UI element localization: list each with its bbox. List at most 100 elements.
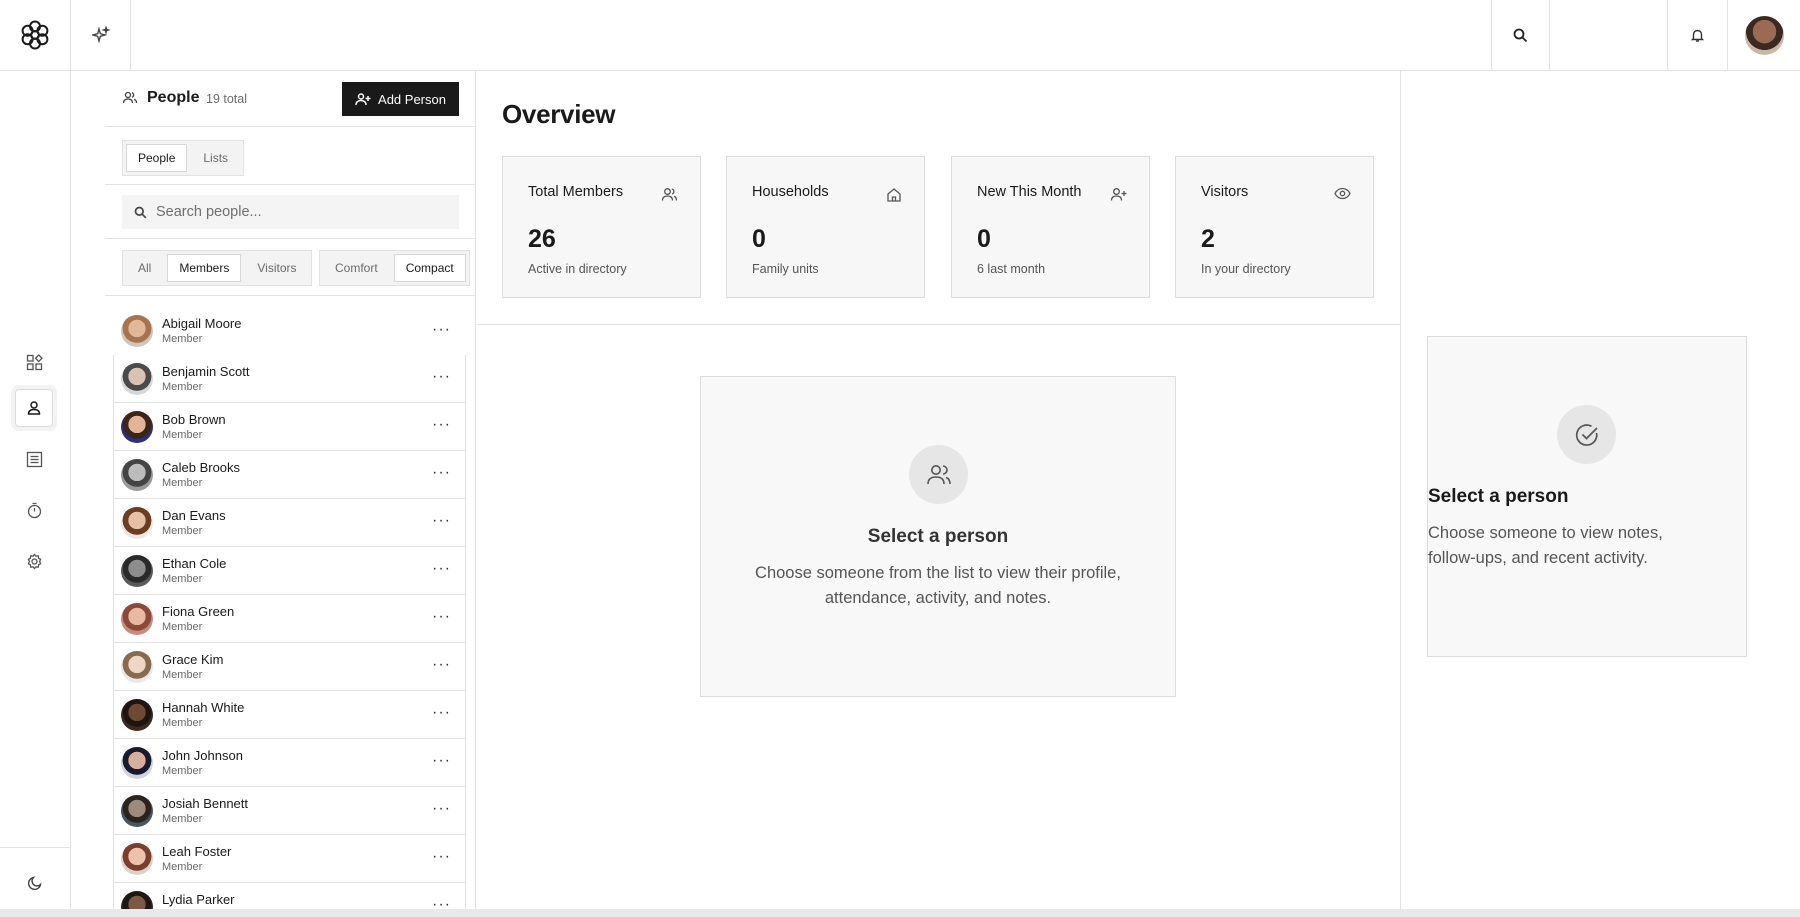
stat-value: 26 bbox=[528, 225, 556, 253]
list-item[interactable]: Ethan Cole Member ··· bbox=[113, 547, 466, 595]
list-item[interactable]: Fiona Green Member ··· bbox=[113, 595, 466, 643]
avatar bbox=[121, 746, 153, 779]
user-avatar bbox=[1744, 15, 1784, 55]
person-name: Abigail Moore bbox=[162, 316, 242, 331]
person-role: Member bbox=[162, 764, 203, 777]
person-name: Ethan Cole bbox=[162, 555, 227, 571]
person-name: John Johnson bbox=[162, 747, 243, 763]
bell-icon bbox=[1690, 29, 1705, 42]
list-item[interactable]: Leah Foster Member ··· bbox=[113, 835, 466, 883]
sparkle-icon bbox=[91, 26, 110, 44]
people-count: 19 total bbox=[206, 92, 248, 106]
more-options-icon[interactable]: ··· bbox=[432, 417, 451, 433]
tab-lists[interactable]: Lists bbox=[191, 144, 240, 172]
tab-people[interactable]: People bbox=[126, 144, 188, 172]
density-toggle: Comfort Compact bbox=[319, 250, 470, 286]
person-role: Member bbox=[162, 860, 203, 873]
list-item[interactable]: Bob Brown Member ··· bbox=[113, 403, 466, 451]
person-role: Member bbox=[162, 380, 203, 393]
avatar bbox=[121, 794, 153, 827]
stat-card-new-this-month: New This Month 0 6 last month bbox=[951, 156, 1150, 298]
list-item[interactable]: Dan Evans Member ··· bbox=[113, 499, 466, 547]
stat-subtitle: Active in directory bbox=[528, 262, 627, 276]
avatar bbox=[121, 554, 153, 587]
person-name: Benjamin Scott bbox=[162, 363, 250, 379]
empty-state-desc-line1: Choose someone to view notes, bbox=[1428, 524, 1663, 542]
stat-label: New This Month bbox=[977, 184, 1082, 200]
add-person-button[interactable]: Add Person bbox=[342, 82, 459, 116]
people-icon bbox=[661, 188, 678, 201]
person-name: Grace Kim bbox=[162, 651, 224, 667]
person-name: Leah Foster bbox=[162, 843, 232, 859]
people-panel: People 19 total Add Person People Lists … bbox=[105, 71, 476, 917]
filter-all[interactable]: All bbox=[126, 254, 163, 282]
people-panel-header: People 19 total Add Person bbox=[105, 71, 476, 127]
empty-state-desc-line2: follow-ups, and recent activity. bbox=[1428, 549, 1648, 567]
theme-toggle[interactable] bbox=[0, 847, 70, 917]
avatar bbox=[121, 602, 153, 635]
more-options-icon[interactable]: ··· bbox=[432, 801, 451, 817]
person-icon bbox=[27, 401, 41, 415]
more-options-icon[interactable]: ··· bbox=[432, 849, 451, 865]
avatar bbox=[121, 315, 153, 347]
filter-row: All Members Visitors Comfort Compact bbox=[105, 240, 476, 296]
stat-value: 0 bbox=[752, 225, 766, 253]
logo[interactable] bbox=[0, 0, 71, 70]
list-item[interactable]: John Johnson Member ··· bbox=[113, 739, 466, 787]
list-item[interactable]: Benjamin Scott Member ··· bbox=[113, 355, 466, 403]
flower-logo-icon bbox=[21, 20, 49, 50]
density-compact[interactable]: Compact bbox=[393, 254, 466, 282]
search-field[interactable] bbox=[122, 195, 459, 229]
more-options-icon[interactable]: ··· bbox=[432, 322, 451, 338]
page-title: People bbox=[147, 89, 200, 106]
profile-menu[interactable] bbox=[1728, 0, 1800, 70]
eye-icon bbox=[1334, 187, 1351, 200]
search-button[interactable] bbox=[1491, 0, 1550, 70]
people-icon bbox=[122, 91, 138, 104]
more-options-icon[interactable]: ··· bbox=[432, 657, 451, 673]
list-item[interactable]: Hannah White Member ··· bbox=[113, 691, 466, 739]
more-options-icon[interactable]: ··· bbox=[432, 513, 451, 529]
gear-icon bbox=[27, 553, 41, 569]
rail-item-dashboard[interactable] bbox=[15, 343, 53, 381]
add-person-label: Add Person bbox=[378, 91, 446, 107]
stat-value: 0 bbox=[977, 225, 991, 253]
ai-assistant-button[interactable] bbox=[71, 0, 131, 70]
home-icon bbox=[887, 188, 901, 202]
person-name: Lydia Parker bbox=[162, 891, 235, 907]
person-role: Member bbox=[162, 572, 203, 585]
people-list: Abigail Moore Member ··· Benjamin Scott Me… bbox=[113, 307, 466, 917]
filter-members[interactable]: Members bbox=[167, 254, 242, 282]
list-item[interactable]: Grace Kim Member ··· bbox=[113, 643, 466, 691]
more-options-icon[interactable]: ··· bbox=[432, 369, 451, 385]
empty-state-title: Select a person bbox=[867, 526, 1009, 547]
person-name: Caleb Brooks bbox=[162, 459, 241, 475]
type-filter: All Members Visitors bbox=[122, 250, 313, 286]
stat-subtitle: Family units bbox=[752, 262, 819, 276]
filter-visitors[interactable]: Visitors bbox=[245, 254, 308, 282]
more-options-icon[interactable]: ··· bbox=[432, 561, 451, 577]
more-options-icon[interactable]: ··· bbox=[432, 753, 451, 769]
person-role: Member bbox=[162, 476, 203, 489]
rail-item-timer[interactable] bbox=[15, 491, 53, 529]
empty-state-activity: Select a person Choose someone to view n… bbox=[1427, 336, 1747, 657]
list-item[interactable]: Josiah Bennett Member ··· bbox=[113, 787, 466, 835]
density-comfort[interactable]: Comfort bbox=[323, 254, 390, 282]
user-plus-icon bbox=[1110, 188, 1127, 201]
rail-item-lists[interactable] bbox=[15, 440, 53, 478]
avatar bbox=[121, 506, 153, 539]
list-item[interactable]: Abigail Moore Member ··· bbox=[113, 307, 466, 355]
avatar bbox=[121, 650, 153, 683]
empty-state-icon-wrap bbox=[909, 445, 968, 504]
more-options-icon[interactable]: ··· bbox=[432, 609, 451, 625]
more-options-icon[interactable]: ··· bbox=[432, 465, 451, 481]
avatar bbox=[121, 362, 153, 395]
rail-item-settings[interactable] bbox=[15, 542, 53, 580]
notifications-button[interactable] bbox=[1668, 0, 1728, 70]
more-options-icon[interactable]: ··· bbox=[432, 705, 451, 721]
search-input[interactable] bbox=[156, 204, 446, 220]
rail-item-people[interactable] bbox=[15, 389, 53, 427]
person-role: Member bbox=[162, 716, 203, 729]
list-item[interactable]: Caleb Brooks Member ··· bbox=[113, 451, 466, 499]
stat-label: Total Members bbox=[528, 184, 624, 200]
